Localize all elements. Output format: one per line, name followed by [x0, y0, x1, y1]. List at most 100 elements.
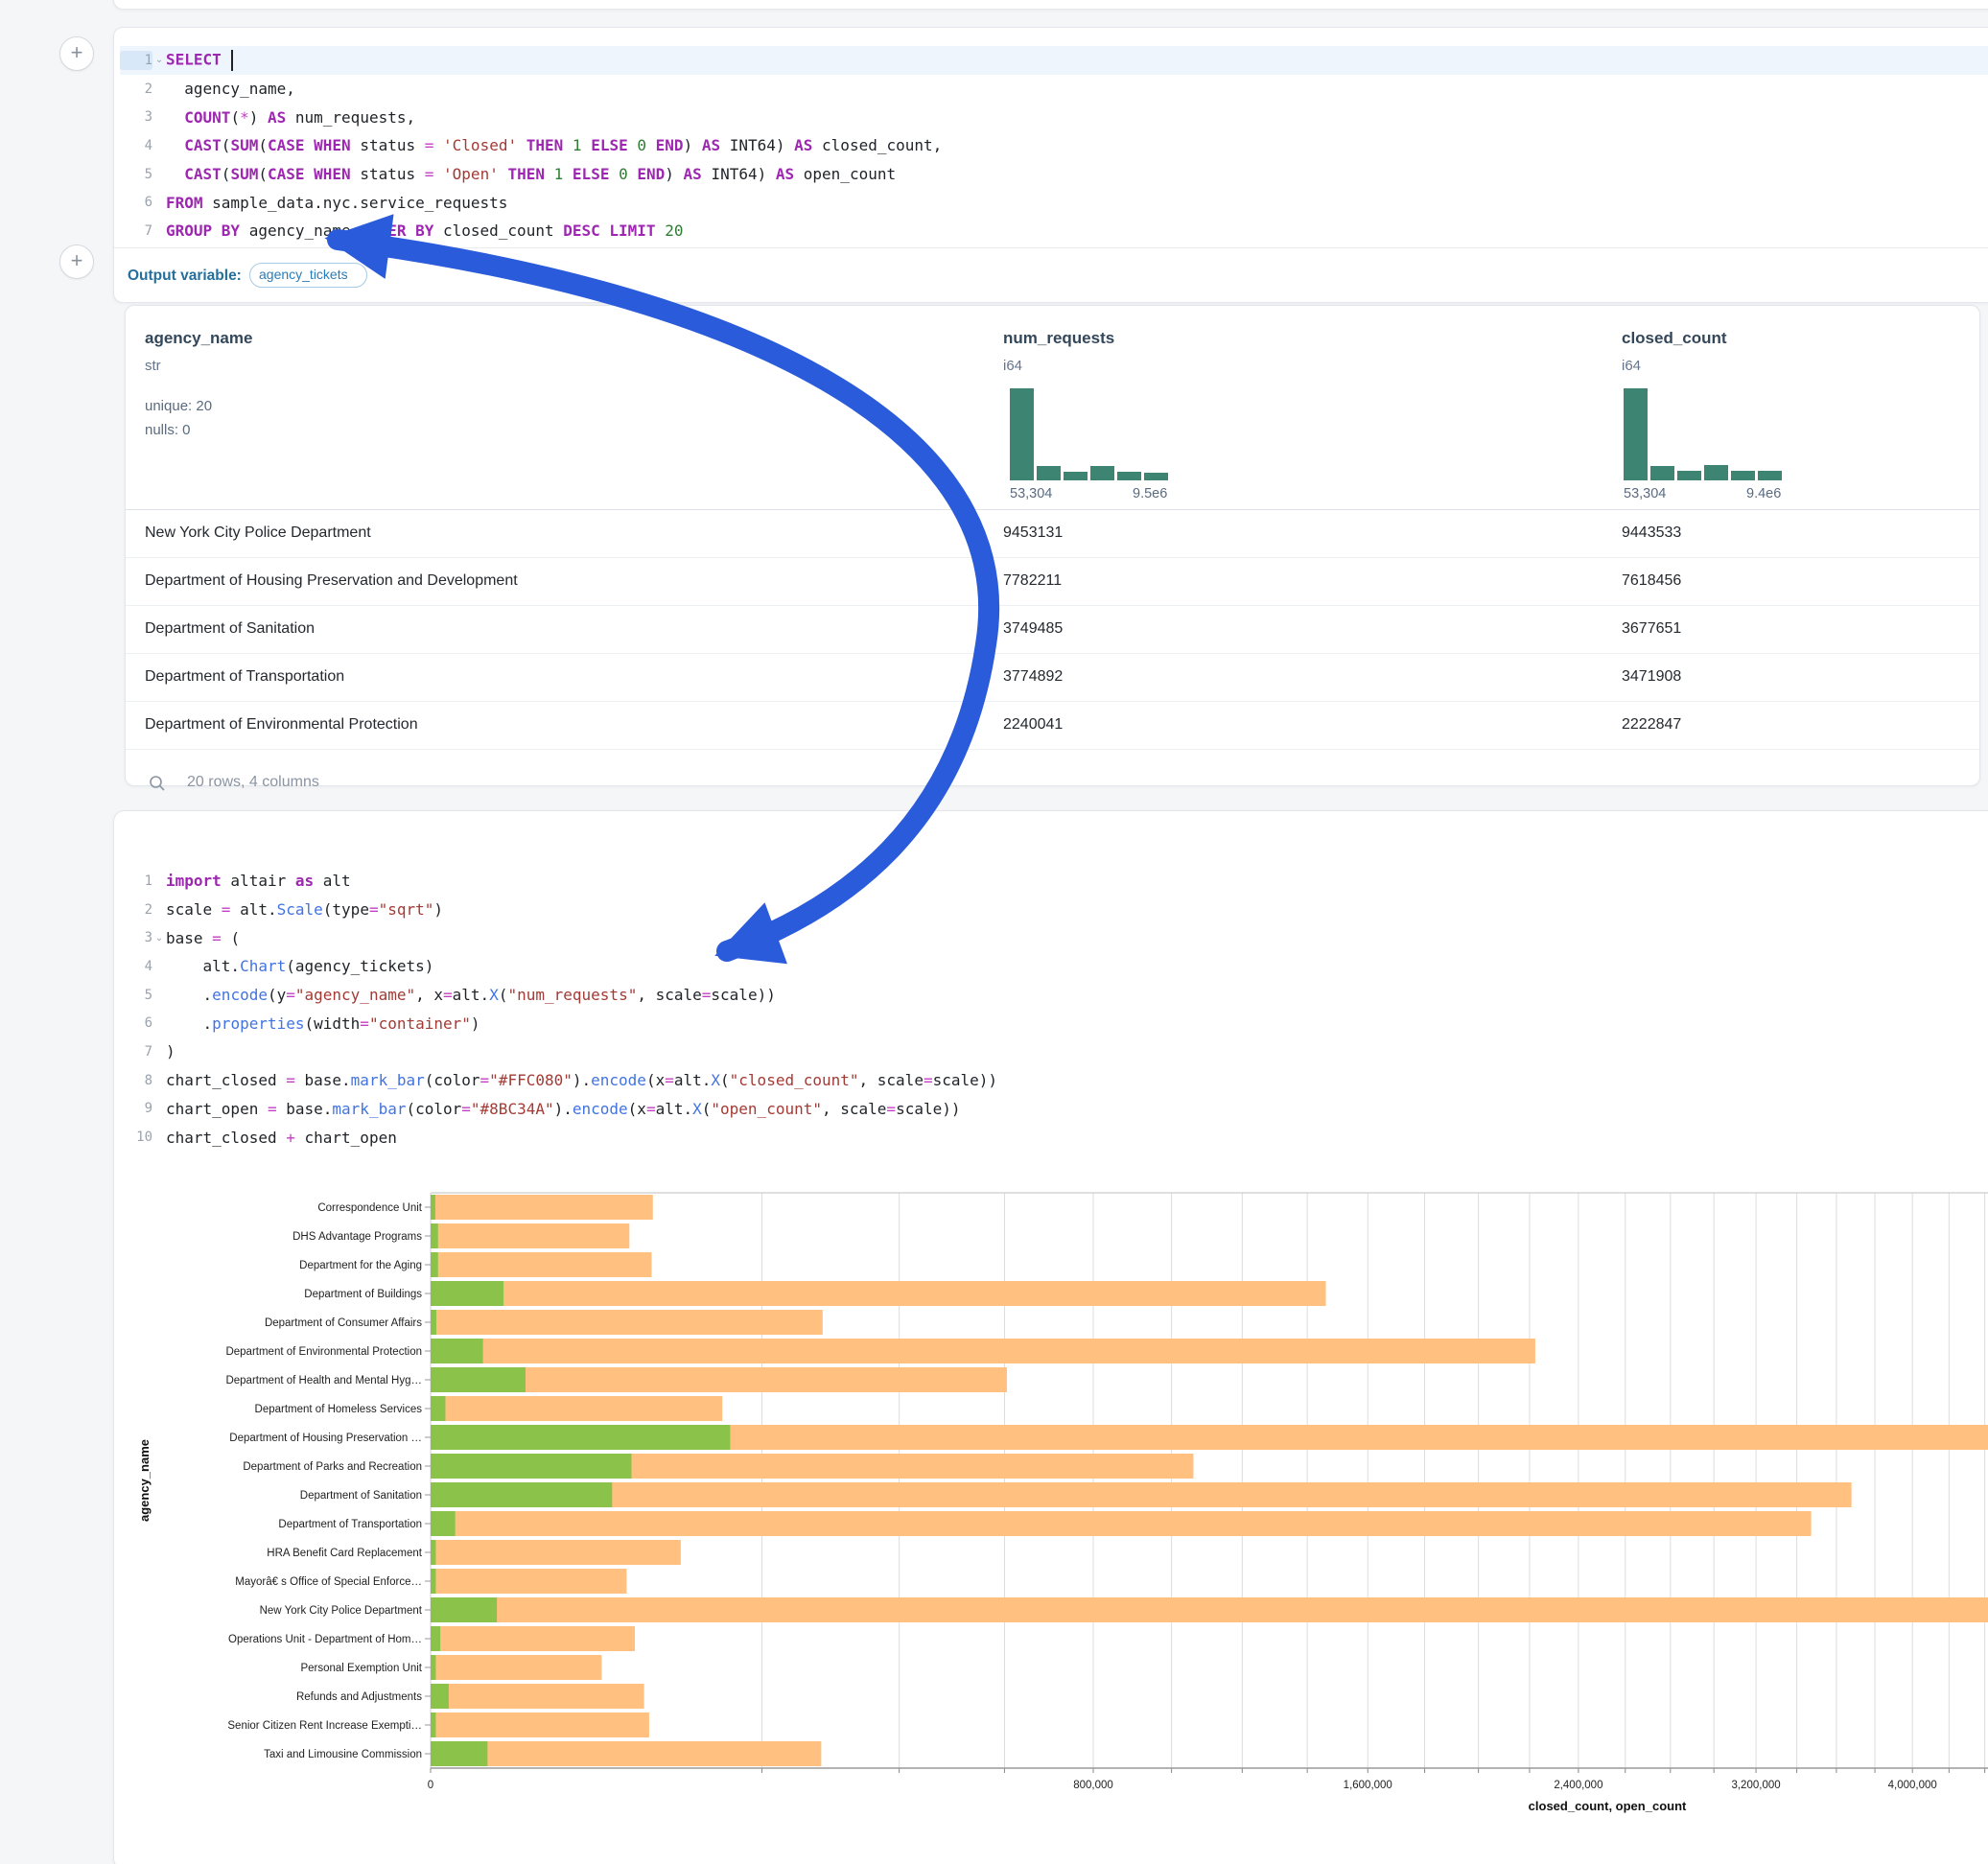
table-cell: 7782211: [1003, 557, 1062, 605]
altair-bar-chart: Correspondence Unit DHS Advantage Program…: [126, 1180, 1988, 1852]
y-axis-label: Department of Housing Preservation …: [229, 1433, 422, 1444]
column-header-closed_count[interactable]: closed_count: [1622, 329, 1727, 348]
sql-line[interactable]: 5 CAST(SUM(CASE WHEN status = 'Open' THE…: [120, 160, 1988, 189]
code-text: agency_name,: [166, 80, 295, 98]
y-axis-title: agency_name: [137, 1439, 152, 1522]
python-line[interactable]: 3⌄base = (: [120, 923, 1988, 952]
bar-closed-count: [431, 1684, 644, 1709]
sql-line[interactable]: 3 COUNT(*) AS num_requests,: [120, 103, 1988, 131]
python-line[interactable]: 8chart_closed = base.mark_bar(color="#FF…: [120, 1066, 1988, 1095]
python-line[interactable]: 9chart_open = base.mark_bar(color="#8BC3…: [120, 1095, 1988, 1124]
table-cell: 3677651: [1622, 605, 1681, 653]
bar-open-count: [431, 1310, 436, 1335]
table-row[interactable]: New York City Police Department945313194…: [126, 509, 1979, 558]
line-number: 4: [120, 136, 152, 155]
fold-chevron-icon[interactable]: ⌄: [152, 55, 166, 65]
histogram-min-label: 53,304: [1010, 486, 1052, 501]
table-row[interactable]: Department of Environmental Protection 22…: [126, 701, 1979, 750]
line-number: 3: [120, 107, 152, 127]
table-row[interactable]: Department of Transportation377489234719…: [126, 653, 1979, 702]
bar-open-count: [431, 1252, 438, 1277]
python-line[interactable]: 10 chart_closed + chart_open: [120, 1123, 1988, 1152]
bar-closed-count: [431, 1310, 823, 1335]
python-line[interactable]: 7): [120, 1037, 1988, 1066]
bar-open-count: [431, 1569, 435, 1594]
python-line[interactable]: 5 .encode(y="agency_name", x=alt.X("num_…: [120, 981, 1988, 1010]
y-axis-label: Operations Unit - Department of Hom…: [228, 1634, 422, 1645]
y-axis-label: Correspondence Unit: [317, 1202, 422, 1214]
python-code-editor[interactable]: 1 import altair as alt 2scale = alt.Scale(…: [120, 867, 1988, 1152]
column-histogram: [1010, 388, 1173, 480]
table-cell: Department of Environmental Protection: [145, 701, 418, 749]
y-axis-label: Taxi and Limousine Commission: [264, 1749, 422, 1760]
y-axis-label: New York City Police Department: [260, 1605, 423, 1617]
python-line[interactable]: 2scale = alt.Scale(type="sqrt"): [120, 896, 1988, 924]
sql-line[interactable]: 1⌄SELECT: [120, 46, 1988, 75]
sql-code-editor[interactable]: 1⌄SELECT 2 agency_name,3 COUNT(*) AS num…: [120, 46, 1988, 245]
add-cell-button-top[interactable]: +: [59, 36, 94, 71]
sql-line[interactable]: 7GROUP BY agency_name ORDER BY closed_co…: [120, 217, 1988, 245]
histogram-min-label: 53,304: [1624, 486, 1666, 501]
y-axis-label: Department of Parks and Recreation: [243, 1461, 422, 1473]
bar-open-count: [431, 1281, 503, 1306]
y-axis-label: Personal Exemption Unit: [300, 1663, 422, 1674]
line-number: 2: [120, 80, 152, 99]
output-variable-label: Output variable:: [128, 268, 242, 285]
bar-closed-count: [431, 1626, 635, 1651]
y-axis-label: Department of Transportation: [278, 1519, 422, 1530]
fold-chevron-icon[interactable]: ⌄: [152, 933, 166, 944]
table-cell: Department of Housing Preservation and D…: [145, 557, 518, 605]
code-text: ): [166, 1042, 175, 1060]
bar-open-count: [431, 1339, 483, 1363]
y-axis-label: Department for the Aging: [299, 1260, 422, 1271]
line-number: 5: [120, 165, 152, 184]
column-type: i64: [1622, 358, 1641, 374]
line-number: 1: [120, 51, 152, 70]
table-cell: 3471908: [1622, 653, 1681, 701]
bar-closed-count: [431, 1713, 649, 1737]
line-number: 1: [120, 872, 152, 891]
sql-line[interactable]: 4 CAST(SUM(CASE WHEN status = 'Closed' T…: [120, 131, 1988, 160]
python-line[interactable]: 6 .properties(width="container"): [120, 1009, 1988, 1037]
column-type: i64: [1003, 358, 1022, 374]
bar-closed-count: [431, 1511, 1812, 1536]
column-histogram: [1624, 388, 1787, 480]
table-cell: 2222847: [1622, 701, 1681, 749]
table-row-count: 20 rows, 4 columns: [187, 774, 319, 791]
sql-line[interactable]: 2 agency_name,: [120, 75, 1988, 104]
table-cell: 3774892: [1003, 653, 1063, 701]
cell-divider: [114, 247, 1988, 248]
table-row[interactable]: Department of Sanitation37494853677651: [126, 605, 1979, 654]
bar-closed-count: [431, 1223, 629, 1248]
add-cell-button-output[interactable]: +: [59, 245, 94, 279]
y-axis-label: DHS Advantage Programs: [292, 1231, 422, 1243]
column-header-num_requests[interactable]: num_requests: [1003, 329, 1114, 348]
column-header-agency_name[interactable]: agency_name: [145, 329, 252, 348]
bar-closed-count: [431, 1281, 1326, 1306]
sql-line[interactable]: 6 FROM sample_data.nyc.service_requests: [120, 188, 1988, 217]
table-cell: 7618456: [1622, 557, 1681, 605]
code-text: FROM sample_data.nyc.service_requests: [166, 194, 507, 212]
line-number: 8: [120, 1071, 152, 1090]
table-cell: Department of Sanitation: [145, 605, 315, 653]
bar-closed-count: [431, 1396, 722, 1421]
bar-open-count: [431, 1454, 631, 1479]
line-number: 4: [120, 957, 152, 976]
line-number: 6: [120, 193, 152, 212]
output-variable-pill[interactable]: agency_tickets: [249, 263, 367, 288]
line-number: 10: [120, 1128, 152, 1147]
bar-closed-count: [431, 1655, 601, 1680]
bar-closed-count: [431, 1569, 626, 1594]
table-preview-card: agency_namestrunique: 20nulls: 0num_requ…: [125, 305, 1980, 786]
table-row[interactable]: Department of Housing Preservation and D…: [126, 557, 1979, 606]
python-line[interactable]: 1 import altair as alt: [120, 867, 1988, 896]
python-line[interactable]: 4 alt.Chart(agency_tickets): [120, 952, 1988, 981]
y-axis-label: Department of Sanitation: [300, 1490, 422, 1502]
x-axis-tick-label: 1,600,000: [1344, 1780, 1392, 1791]
code-text: import altair as alt: [166, 872, 351, 890]
bar-closed-count: [431, 1741, 821, 1766]
code-text: chart_closed + chart_open: [166, 1129, 397, 1147]
bar-closed-count: [431, 1195, 653, 1220]
code-text: CAST(SUM(CASE WHEN status = 'Closed' THE…: [166, 136, 942, 154]
search-icon[interactable]: [149, 775, 166, 792]
